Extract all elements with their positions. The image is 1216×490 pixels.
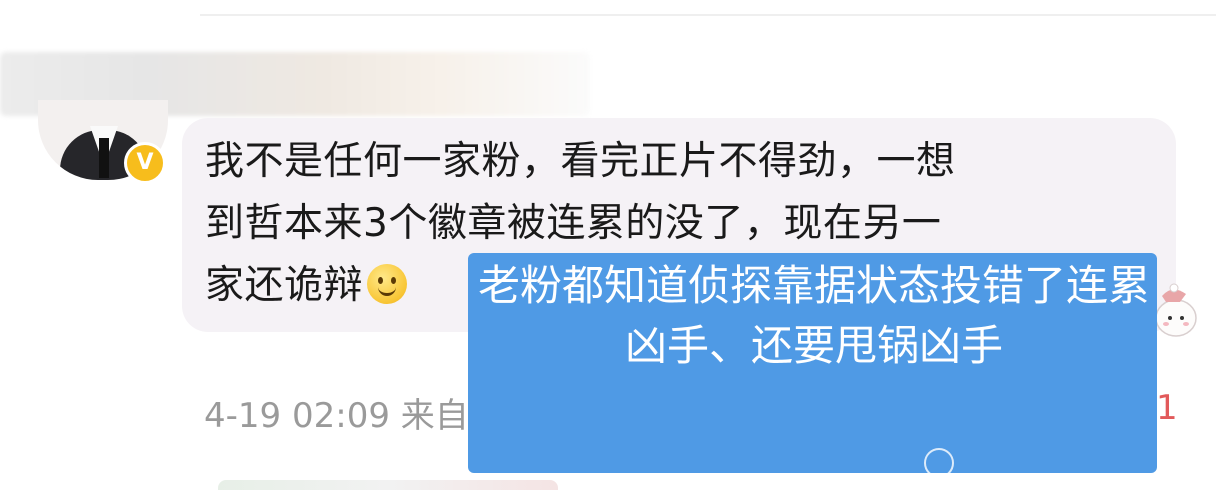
watermark	[924, 446, 1204, 478]
avatar-tie	[99, 138, 109, 178]
verified-badge-icon: V	[124, 142, 166, 184]
comment-line-text: 家还诡辩	[205, 263, 364, 308]
sticker-icon	[1155, 283, 1197, 337]
overlay-annotation-text: 老粉都知道侦探靠据状态投错了连累凶手、还要甩锅凶手	[478, 261, 1151, 370]
smile-emoji-icon	[367, 264, 408, 304]
top-divider	[200, 14, 1216, 16]
like-count[interactable]: 1	[1156, 388, 1178, 428]
comment-line: 到哲本来3个徽章被连累的没了，现在另一	[205, 201, 942, 246]
next-comment-partial	[218, 480, 558, 490]
comment-line: 我不是任何一家粉，看完正片不得劲，一想	[205, 139, 956, 184]
comment-timestamp: 4-19 02:09 来自	[204, 396, 469, 436]
watermark-logo-icon	[924, 448, 954, 478]
